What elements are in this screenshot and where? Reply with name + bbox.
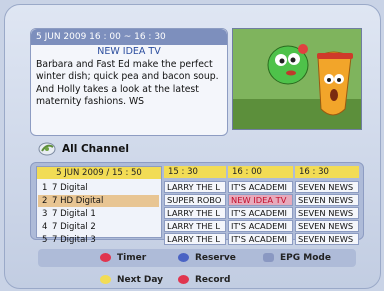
program-time-header: 5 JUN 2009 16 : 00 ~ 16 : 30 xyxy=(31,29,227,45)
channel-name: 7 Digital 1 xyxy=(52,209,96,219)
program-cell[interactable]: LARRY THE L xyxy=(164,220,226,232)
time-slot-header: 16 : 00 xyxy=(228,166,293,178)
red-button-icon xyxy=(100,253,111,262)
program-cell-selected[interactable]: NEW IDEA TV xyxy=(228,194,293,206)
channel-row-selected[interactable]: 2 7 HD Digital xyxy=(38,195,159,207)
timer-label: Timer xyxy=(117,253,147,263)
reserve-label: Reserve xyxy=(195,253,236,263)
program-cell[interactable]: SUPER ROBO xyxy=(164,194,226,206)
channel-list: 5 JUN 2009 / 15 : 50 1 7 Digital 2 7 HD Di… xyxy=(36,166,162,245)
next-day-button[interactable]: Next Day xyxy=(100,275,163,285)
timer-button[interactable]: Timer xyxy=(100,253,146,263)
program-cell[interactable]: LARRY THE L xyxy=(164,181,226,193)
program-cell[interactable]: SEVEN NEWS xyxy=(295,233,359,245)
current-date-time: 5 JUN 2009 / 15 : 50 xyxy=(37,167,161,179)
program-cell[interactable]: SEVEN NEWS xyxy=(295,181,359,193)
channel-row[interactable]: 4 7 Digital 2 xyxy=(38,221,159,233)
yellow-button-icon xyxy=(100,275,111,284)
reserve-button[interactable]: Reserve xyxy=(178,253,236,263)
channel-number: 3 xyxy=(42,209,48,219)
next-day-label: Next Day xyxy=(117,275,164,285)
program-cell[interactable]: IT'S ACADEMI xyxy=(228,233,293,245)
program-cell[interactable]: LARRY THE L xyxy=(164,233,226,245)
program-description: Barbara and Fast Ed make the perfect win… xyxy=(36,59,219,107)
channel-number: 5 xyxy=(42,235,48,245)
time-slot-header: 16 : 30 xyxy=(295,166,359,178)
channel-group-label: All Channel xyxy=(62,143,129,155)
epg-grid-panel: 5 JUN 2009 / 15 : 50 1 7 Digital 2 7 HD Di… xyxy=(30,162,364,245)
program-cell[interactable]: SEVEN NEWS xyxy=(295,207,359,219)
program-cell[interactable]: LARRY THE L xyxy=(164,207,226,219)
time-slot-header: 15 : 30 xyxy=(164,166,226,178)
program-cell[interactable]: IT'S ACADEMI xyxy=(228,207,293,219)
satellite-dish-icon xyxy=(38,142,56,156)
channel-name: 7 Digital xyxy=(52,183,88,193)
program-grid: 15 : 30 16 : 00 16 : 30 LARRY THE L IT'S… xyxy=(164,166,359,236)
channel-name: 7 HD Digital xyxy=(52,196,104,206)
channel-number: 4 xyxy=(42,222,48,232)
program-cell[interactable]: SEVEN NEWS xyxy=(295,194,359,206)
epg-mode-label: EPG Mode xyxy=(280,253,331,263)
program-cell[interactable]: IT'S ACADEMI xyxy=(228,181,293,193)
info-button-icon xyxy=(263,253,274,262)
program-cell[interactable]: IT'S ACADEMI xyxy=(228,220,293,232)
program-cell[interactable]: SEVEN NEWS xyxy=(295,220,359,232)
channel-number: 2 xyxy=(42,196,48,206)
epg-mode-button[interactable]: EPG Mode xyxy=(263,253,331,263)
channel-row[interactable]: 3 7 Digital 1 xyxy=(38,208,159,220)
record-button-icon xyxy=(178,275,189,284)
channel-name: 7 Digital 2 xyxy=(52,222,96,232)
live-preview xyxy=(232,28,362,130)
channel-row[interactable]: 5 7 Digital 3 xyxy=(38,234,159,246)
channel-name: 7 Digital 3 xyxy=(52,235,96,245)
program-grid-row-5: LARRY THE L IT'S ACADEMI SEVEN NEWS xyxy=(164,233,359,246)
blue-button-icon xyxy=(178,253,189,262)
program-title: NEW IDEA TV xyxy=(97,46,161,57)
cartoon-preview-image xyxy=(233,29,361,129)
record-label: Record xyxy=(195,275,231,285)
channel-row[interactable]: 1 7 Digital xyxy=(38,182,159,194)
channel-number: 1 xyxy=(42,183,48,193)
program-info-panel: 5 JUN 2009 16 : 00 ~ 16 : 30 NEW IDEA TV… xyxy=(30,28,228,136)
record-button[interactable]: Record xyxy=(178,275,230,285)
